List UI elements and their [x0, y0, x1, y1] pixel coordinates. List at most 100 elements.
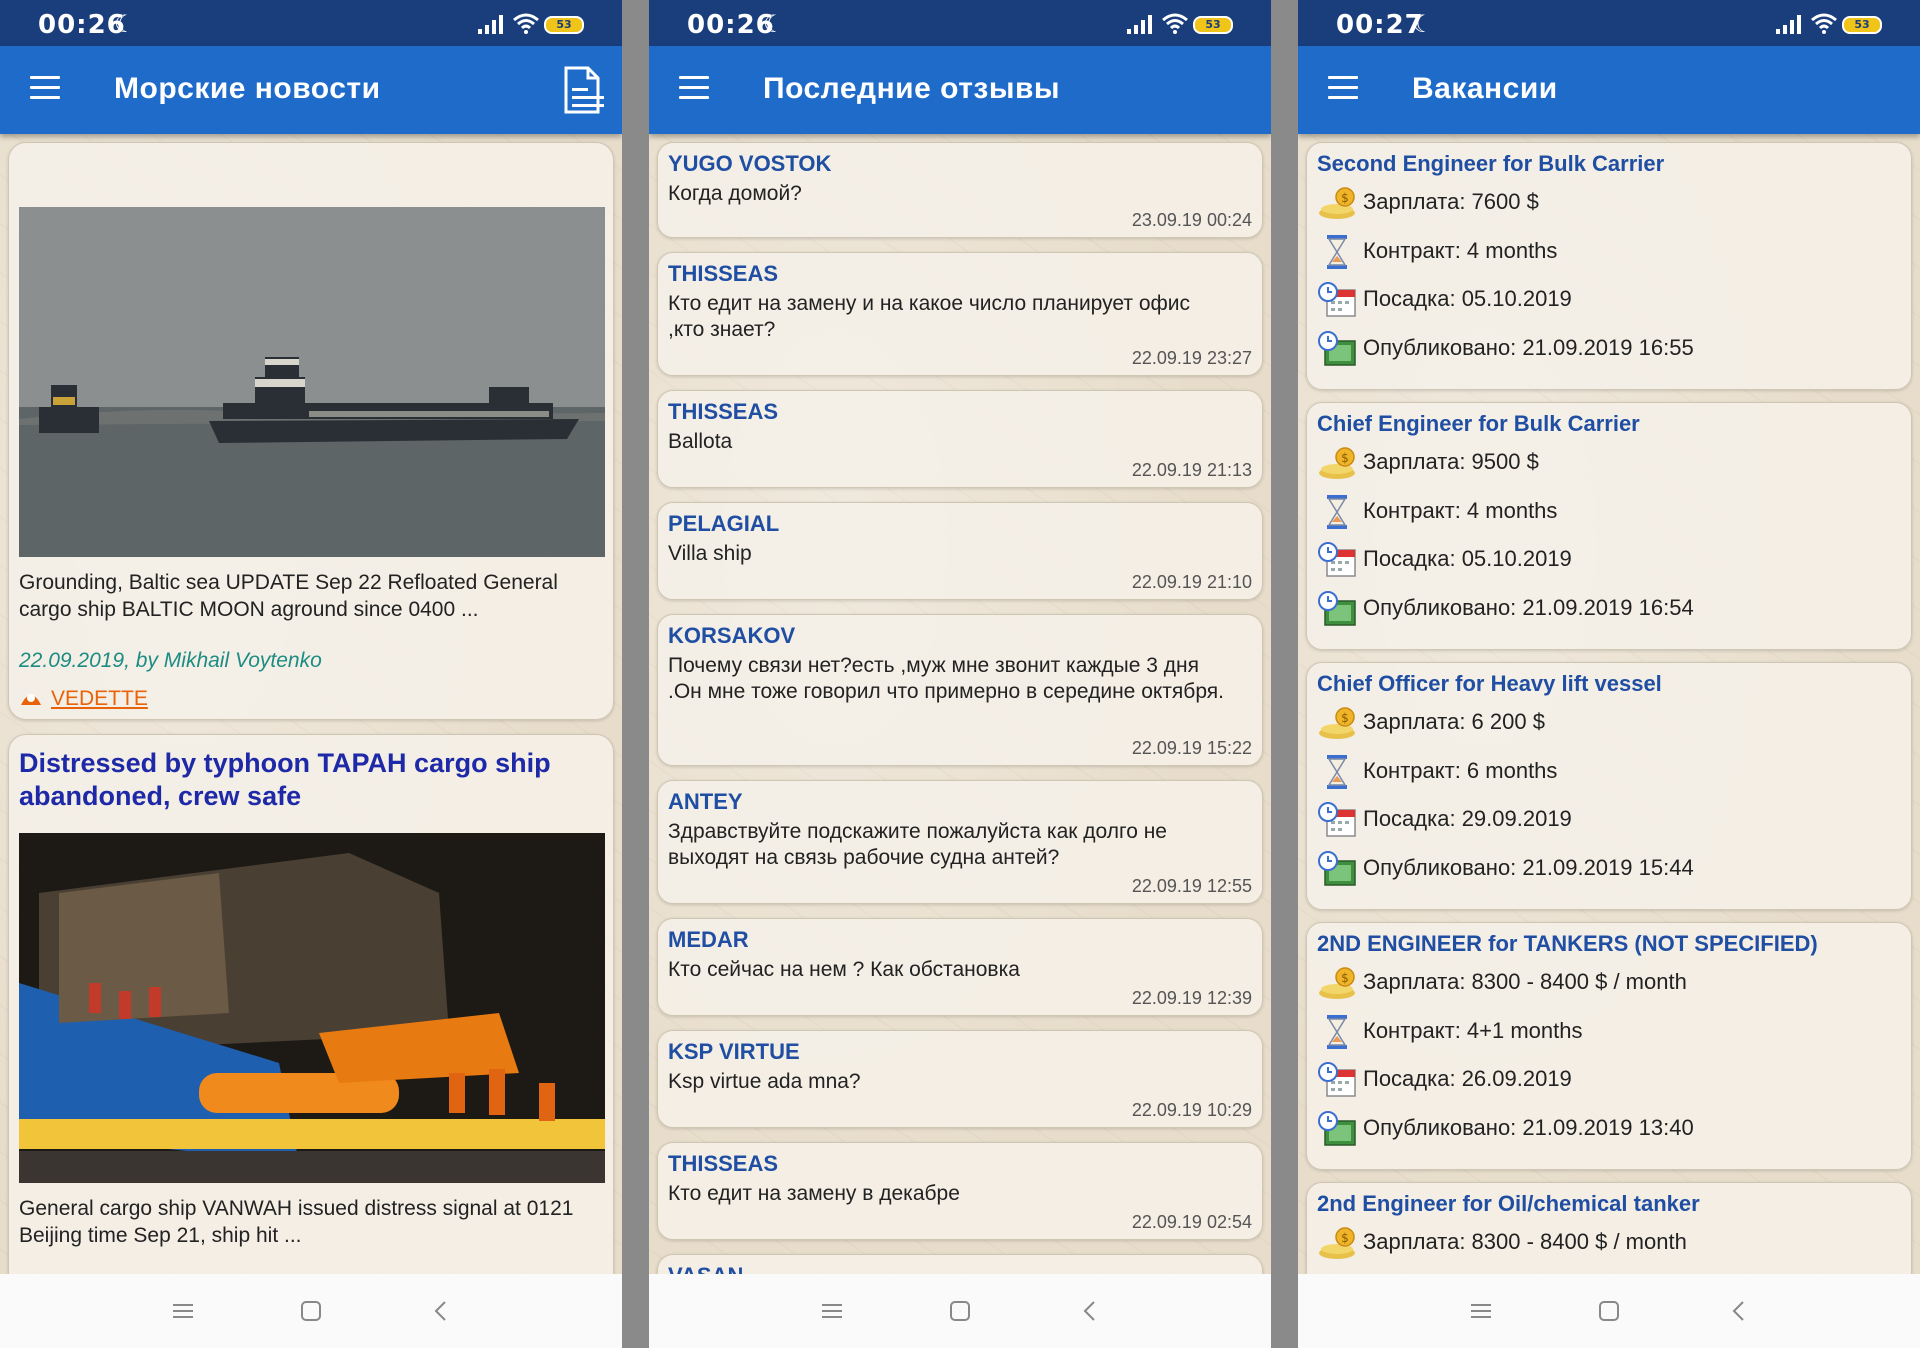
- news-photo-rescue: [19, 833, 605, 1183]
- boarding-date-row: Посадка: 05.10.2019: [1317, 540, 1907, 580]
- money-icon: $: [1317, 445, 1357, 481]
- contract-row: Контракт: 4 months: [1317, 492, 1907, 532]
- published-row: Опубликовано: 21.09.2019 15:44: [1317, 849, 1907, 889]
- job-row-text: Зарплата: 8300 - 8400 $ / month: [1363, 1229, 1687, 1254]
- news-summary: Grounding, Baltic sea UPDATE Sep 22 Refl…: [19, 571, 558, 621]
- published-clock-icon: [1317, 330, 1357, 367]
- job-row-text: Зарплата: 7600 $: [1363, 189, 1539, 214]
- review-vessel-name: MEDAR: [668, 927, 749, 952]
- news-card[interactable]: Grounding, Baltic sea UPDATE Sep 22 Refl…: [8, 142, 614, 720]
- dnd-moon-icon: ☾: [763, 10, 785, 38]
- job-card[interactable]: 2nd Engineer for Oil/chemical tanker $ Зар…: [1306, 1182, 1912, 1274]
- review-item[interactable]: ANTEY Здравствуйте подскажите пожалуйста…: [657, 780, 1263, 904]
- calendar-icon: [1317, 542, 1357, 578]
- calendar-icon: [1317, 282, 1357, 318]
- svg-text:$: $: [1341, 191, 1349, 205]
- review-item[interactable]: THISSEAS Кто едит на замену в декабре 22…: [657, 1142, 1263, 1240]
- nav-recents-icon[interactable]: [170, 1298, 196, 1324]
- review-message: Ballota: [668, 430, 733, 453]
- jobs-list[interactable]: Second Engineer for Bulk Carrier $ Зарплат…: [1298, 134, 1920, 1274]
- hamburger-menu-icon[interactable]: [30, 76, 60, 100]
- job-card[interactable]: Chief Engineer for Bulk Carrier $ Зарплата…: [1306, 402, 1912, 650]
- review-vessel-name: KSP VIRTUE: [668, 1039, 800, 1064]
- nav-back-icon[interactable]: [1077, 1298, 1103, 1324]
- money-icon: $: [1317, 965, 1357, 1001]
- salary-row: $ Зарплата: 6 200 $: [1317, 703, 1907, 743]
- review-item[interactable]: THISSEAS Кто едит на замену и на какое ч…: [657, 252, 1263, 376]
- signal-icon: [1127, 15, 1152, 34]
- contract-row: Контракт: 6 months: [1317, 752, 1907, 792]
- nav-recents-icon[interactable]: [819, 1298, 845, 1324]
- published-row: Опубликовано: 21.09.2019 16:55: [1317, 329, 1907, 369]
- svg-text:$: $: [1341, 971, 1349, 985]
- svg-text:$: $: [1341, 1231, 1349, 1245]
- news-headline[interactable]: Distressed by typhoon TAPAH cargo ship a…: [19, 747, 605, 813]
- dnd-moon-icon: ☾: [114, 10, 136, 38]
- review-item[interactable]: PELAGIAL Villa ship 22.09.19 21:10: [657, 502, 1263, 600]
- news-card[interactable]: Distressed by typhoon TAPAH cargo ship a…: [8, 734, 614, 1274]
- battery-icon: 53: [1842, 16, 1882, 34]
- system-nav-bar: [649, 1274, 1271, 1348]
- dnd-moon-icon: ☾: [1412, 10, 1434, 38]
- review-item[interactable]: MEDAR Кто сейчас на нем ? Как обстановка…: [657, 918, 1263, 1016]
- job-row-text: Посадка: 26.09.2019: [1363, 1066, 1572, 1091]
- status-bar: 00:27 ☾ 53: [1298, 0, 1920, 46]
- hamburger-menu-icon[interactable]: [1328, 76, 1358, 100]
- job-row-text: Опубликовано: 21.09.2019 15:44: [1363, 854, 1694, 880]
- review-item[interactable]: KSP VIRTUE Ksp virtue ada mna? 22.09.19 …: [657, 1030, 1263, 1128]
- job-row-text: Опубликовано: 21.09.2019 16:54: [1363, 594, 1694, 620]
- review-date: 22.09.19 10:29: [1131, 1100, 1252, 1120]
- reviews-screen: 00:26 ☾ 53 Последние отзывы YUGO VOSTOK …: [649, 0, 1271, 1348]
- review-date: 22.09.19 23:27: [1131, 348, 1252, 368]
- news-screen: 00:26 ☾ 53 Морские новости Grounding, Ba…: [0, 0, 622, 1348]
- review-date: 22.09.19 12:55: [1131, 876, 1252, 896]
- review-item[interactable]: VASAN: [657, 1254, 1263, 1274]
- review-date: 23.09.19 00:24: [1131, 210, 1252, 230]
- review-vessel-name: THISSEAS: [668, 399, 779, 424]
- nav-back-icon[interactable]: [428, 1298, 454, 1324]
- review-message: Здравствуйте подскажите пожалуйста как д…: [668, 820, 1167, 869]
- review-vessel-name: YUGO VOSTOK: [668, 151, 832, 176]
- lifebuoy-source-icon: [21, 694, 41, 705]
- app-bar: Вакансии: [1298, 46, 1920, 134]
- nav-home-icon[interactable]: [298, 1298, 324, 1324]
- review-message: Когда домой?: [668, 182, 802, 205]
- review-item[interactable]: THISSEAS Ballota 22.09.19 21:13: [657, 390, 1263, 488]
- page-title: Вакансии: [1412, 72, 1558, 105]
- job-card[interactable]: 2ND ENGINEER for TANKERS (NOT SPECIFIED)…: [1306, 922, 1912, 1170]
- battery-icon: 53: [1193, 16, 1233, 34]
- job-title: Chief Engineer for Bulk Carrier: [1317, 411, 1640, 436]
- job-card[interactable]: Second Engineer for Bulk Carrier $ Зарплат…: [1306, 142, 1912, 390]
- document-list-icon[interactable]: [562, 66, 606, 114]
- nav-home-icon[interactable]: [1596, 1298, 1622, 1324]
- job-row-text: Зарплата: 9500 $: [1363, 449, 1539, 474]
- salary-row: $ Зарплата: 9500 $: [1317, 443, 1907, 483]
- page-title: Морские новости: [114, 72, 381, 105]
- status-time: 00:26: [687, 10, 775, 40]
- job-card[interactable]: Chief Officer for Heavy lift vessel $ Зарп…: [1306, 662, 1912, 910]
- hourglass-icon: [1317, 234, 1357, 270]
- reviews-list[interactable]: YUGO VOSTOK Когда домой? 23.09.19 00:24 …: [649, 134, 1271, 1274]
- hamburger-menu-icon[interactable]: [679, 76, 709, 100]
- signal-icon: [478, 15, 503, 34]
- news-summary: General cargo ship VANWAH issued distres…: [19, 1197, 574, 1247]
- status-time: 00:27: [1336, 10, 1424, 40]
- nav-home-icon[interactable]: [947, 1298, 973, 1324]
- news-list[interactable]: Grounding, Baltic sea UPDATE Sep 22 Refl…: [0, 134, 622, 1274]
- job-title: 2nd Engineer for Oil/chemical tanker: [1317, 1191, 1700, 1216]
- job-row-text: Посадка: 05.10.2019: [1363, 286, 1572, 311]
- published-clock-icon: [1317, 590, 1357, 627]
- money-icon: $: [1317, 705, 1357, 741]
- review-item[interactable]: KORSAKOV Почему связи нет?есть ,муж мне …: [657, 614, 1263, 766]
- nav-recents-icon[interactable]: [1468, 1298, 1494, 1324]
- review-item[interactable]: YUGO VOSTOK Когда домой? 23.09.19 00:24: [657, 142, 1263, 238]
- job-row-text: Посадка: 05.10.2019: [1363, 546, 1572, 571]
- news-source-link[interactable]: VEDETTE: [51, 687, 148, 711]
- review-vessel-name: VASAN: [668, 1263, 743, 1274]
- battery-icon: 53: [544, 16, 584, 34]
- salary-row: $ Зарплата: 7600 $: [1317, 183, 1907, 223]
- review-message: Кто едит на замену и на какое число план…: [668, 292, 1191, 341]
- nav-back-icon[interactable]: [1726, 1298, 1752, 1324]
- system-nav-bar: [0, 1274, 622, 1348]
- wifi-icon: [1162, 13, 1188, 34]
